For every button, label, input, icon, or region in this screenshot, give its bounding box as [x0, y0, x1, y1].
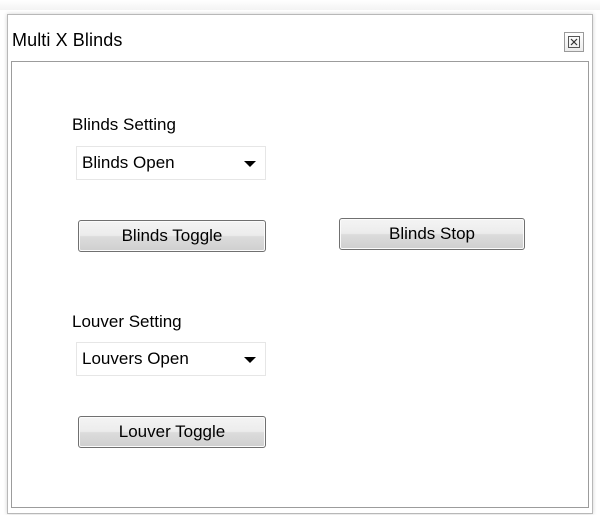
louver-setting-label: Louver Setting: [72, 312, 182, 331]
blinds-setting-label: Blinds Setting: [72, 115, 176, 134]
chevron-down-icon: [244, 161, 256, 167]
content-panel: Blinds Setting Blinds Open Blinds Toggle…: [11, 61, 589, 508]
blinds-stop-button[interactable]: Blinds Stop: [339, 218, 525, 250]
window-title: Multi X Blinds: [12, 30, 123, 50]
blinds-setting-value: Blinds Open: [82, 153, 175, 172]
louver-setting-value: Louvers Open: [82, 349, 189, 368]
close-icon: [568, 36, 580, 48]
blinds-toggle-button[interactable]: Blinds Toggle: [78, 220, 266, 252]
title-bar: Multi X Blinds: [8, 15, 592, 61]
backdrop: [0, 0, 600, 10]
blinds-setting-dropdown[interactable]: Blinds Open: [76, 146, 266, 180]
close-button[interactable]: [564, 32, 584, 52]
chevron-down-icon: [244, 357, 256, 363]
louver-toggle-button[interactable]: Louver Toggle: [78, 416, 266, 448]
dialog-window: Multi X Blinds Blinds Setting Blinds Ope…: [7, 14, 593, 514]
louver-setting-dropdown[interactable]: Louvers Open: [76, 342, 266, 376]
